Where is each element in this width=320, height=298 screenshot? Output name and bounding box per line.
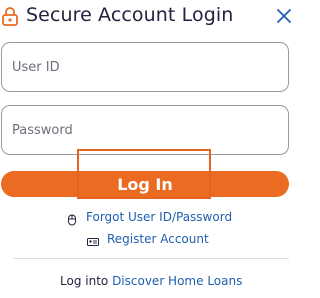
page-title: Secure Account Login — [26, 4, 234, 26]
mouse-icon — [66, 211, 78, 226]
footer: Log into Discover Home Loans — [60, 274, 242, 288]
password-input[interactable] — [12, 106, 278, 154]
lock-icon — [1, 6, 19, 26]
id-card-icon — [87, 233, 99, 246]
register-row: Register Account — [87, 230, 209, 248]
divider — [13, 258, 289, 259]
login-panel: Secure Account Login Log In Forgot User … — [0, 0, 300, 298]
forgot-row: Forgot User ID/Password — [66, 208, 232, 226]
password-field[interactable] — [1, 105, 289, 155]
user-id-field[interactable] — [1, 42, 289, 92]
footer-prefix: Log into — [60, 274, 113, 288]
login-button[interactable]: Log In — [1, 171, 289, 197]
discover-home-loans-link[interactable]: Discover Home Loans — [112, 274, 242, 288]
forgot-user-id-password-link[interactable]: Forgot User ID/Password — [86, 210, 232, 224]
header: Secure Account Login — [0, 0, 300, 34]
close-icon[interactable] — [276, 8, 292, 24]
user-id-input[interactable] — [12, 43, 278, 91]
register-account-link[interactable]: Register Account — [107, 232, 209, 246]
